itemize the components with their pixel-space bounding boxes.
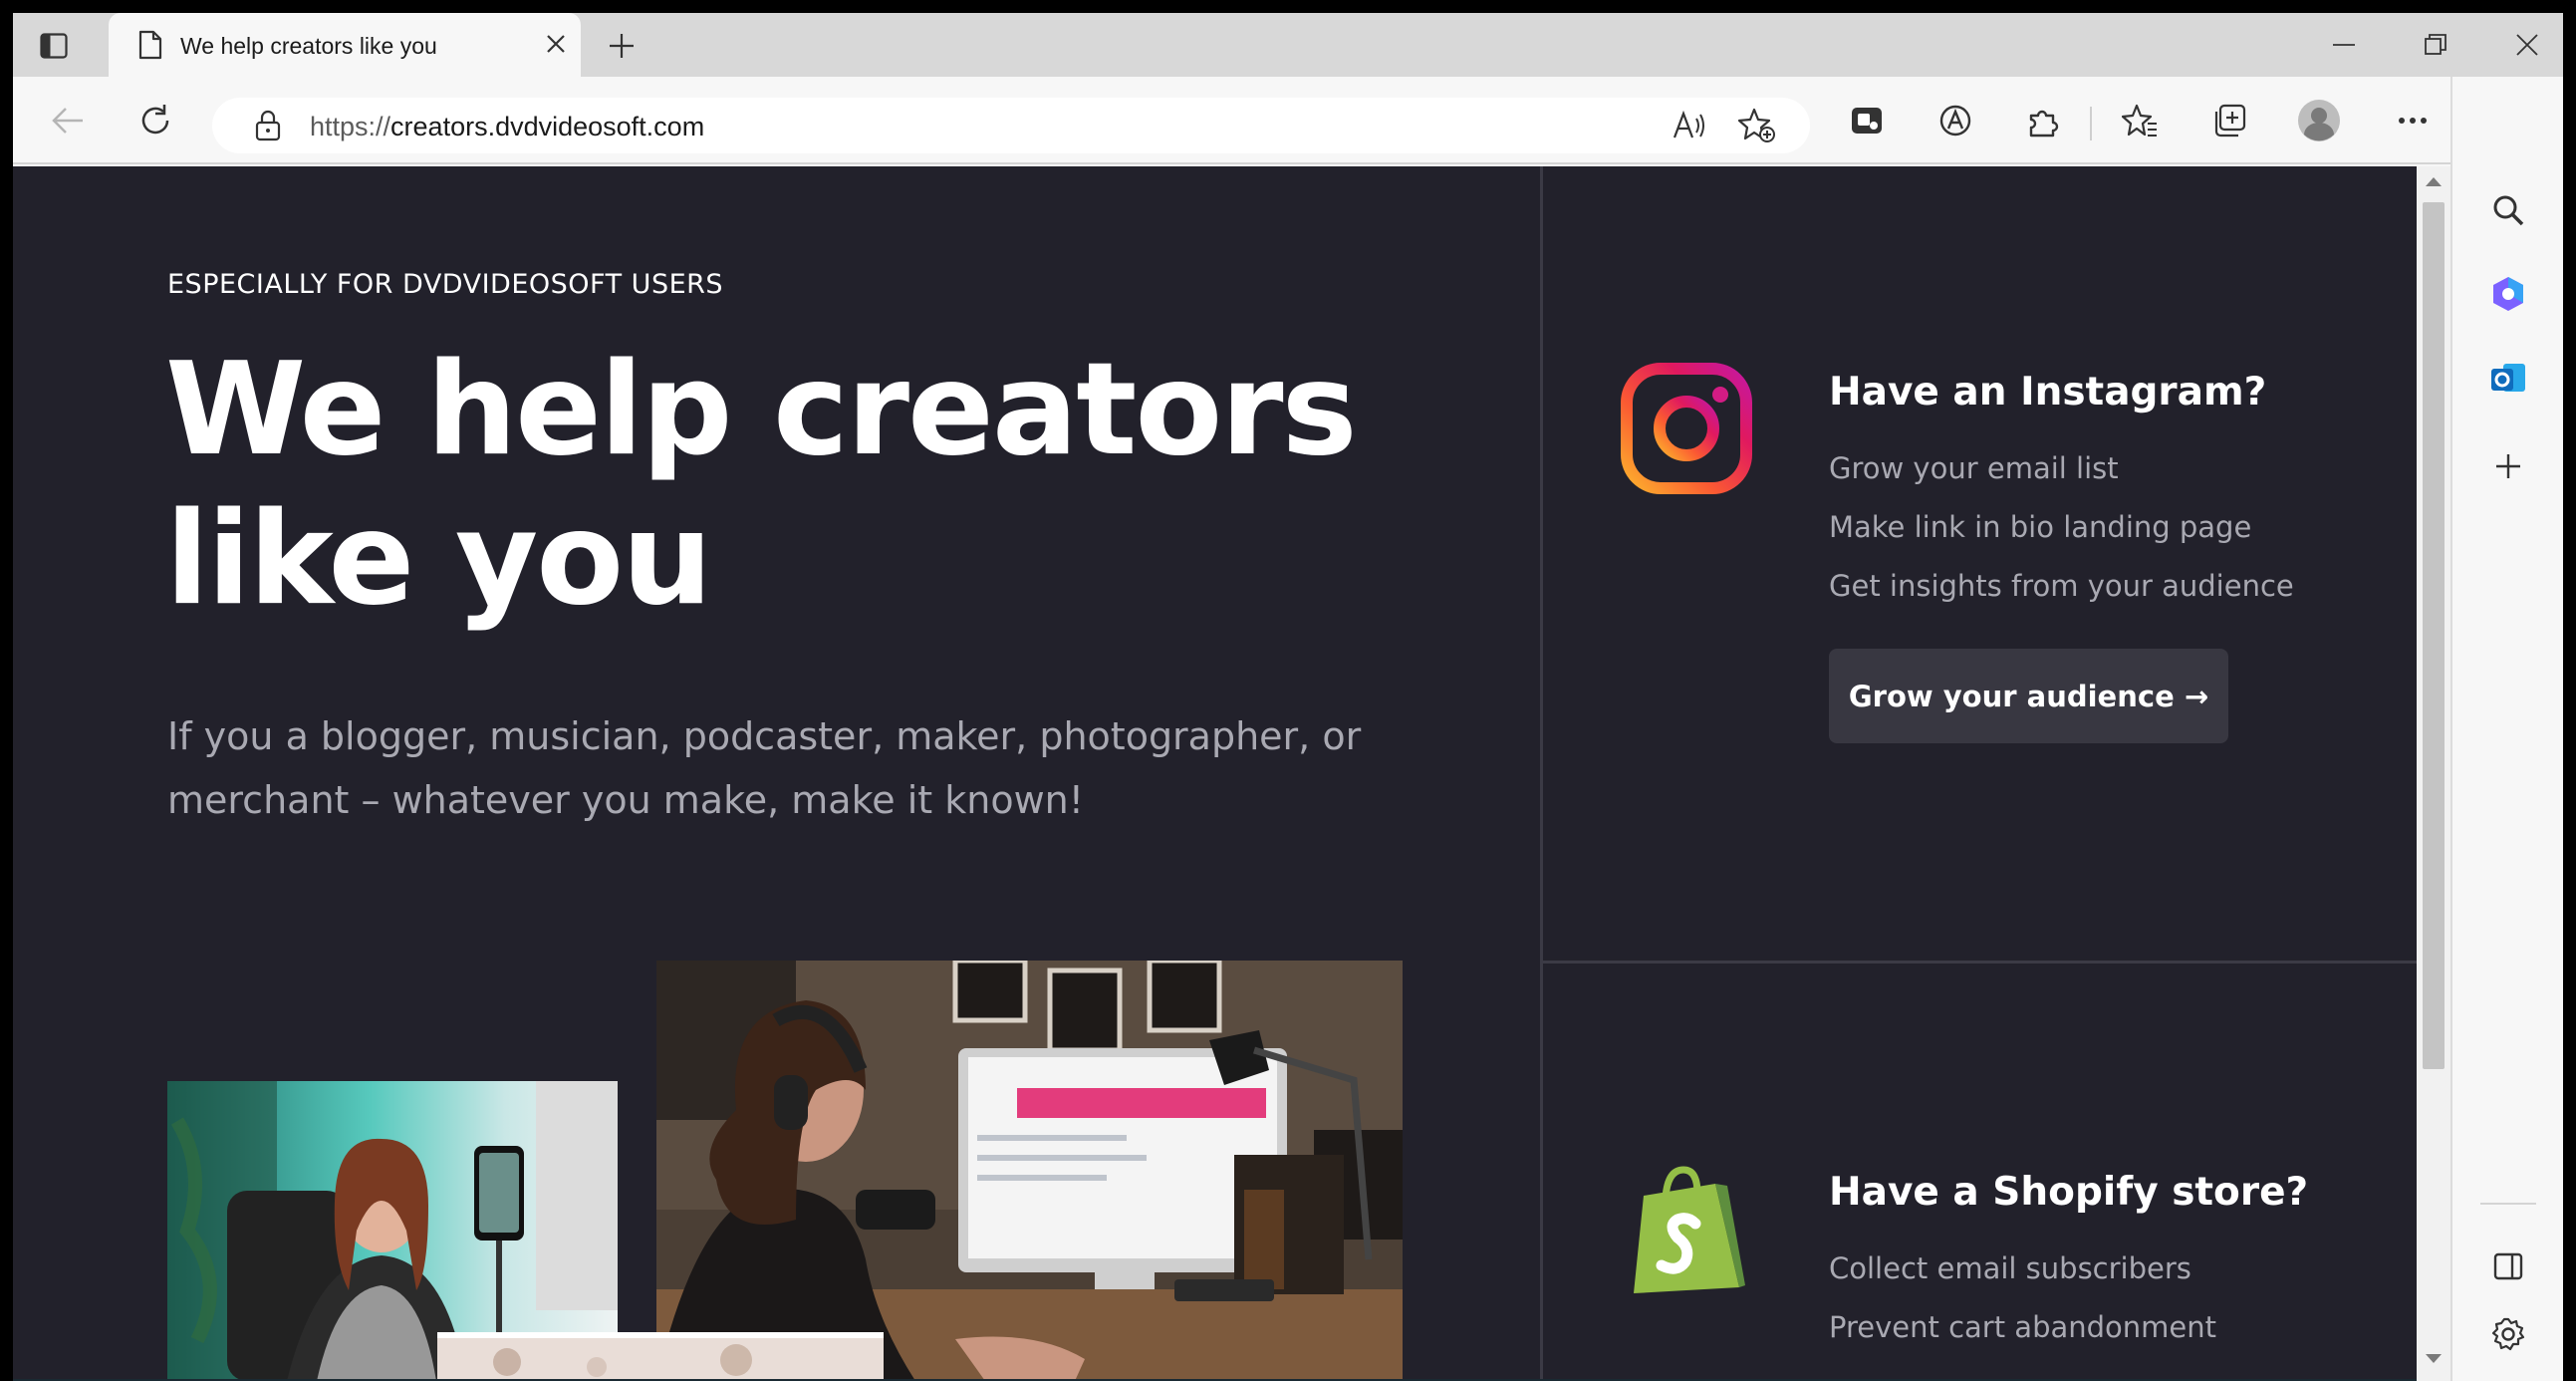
hero-line-2: like you <box>165 485 712 634</box>
add-sidebar-app-icon[interactable] <box>2478 436 2538 496</box>
extension-translate-icon[interactable] <box>1931 96 1980 145</box>
shopify-feature-1: Collect email subscribers <box>1829 1251 2191 1285</box>
url-protocol: https:// <box>310 112 391 141</box>
tab-active[interactable]: We help creators like you <box>109 13 581 77</box>
hero-heading: We help creators like you <box>165 336 1411 635</box>
url-host: creators.dvdvideosoft.com <box>390 112 705 141</box>
shopify-card-title: Have a Shopify store? <box>1829 1170 2309 1215</box>
page-scrollbar[interactable] <box>2417 166 2450 1381</box>
page-viewport: ESPECIALLY FOR DVDVIDEOSOFT USERS We hel… <box>13 166 2417 1381</box>
instagram-card-title: Have an Instagram? <box>1829 370 2267 414</box>
outlook-icon[interactable] <box>2478 349 2538 409</box>
close-icon[interactable] <box>545 33 567 60</box>
browser-window: We help creators like you https://creato… <box>13 13 2563 1381</box>
refresh-icon[interactable] <box>130 96 180 145</box>
extensions-puzzle-icon[interactable] <box>2019 96 2069 145</box>
podcaster-desk-photo <box>656 961 1403 1381</box>
instagram-feature-1: Grow your email list <box>1829 451 2119 485</box>
lock-icon[interactable] <box>254 110 282 146</box>
scroll-down-arrow-icon[interactable] <box>2425 1352 2443 1370</box>
extension-media-icon[interactable] <box>1842 96 1892 145</box>
hero-line-1: We help creators <box>165 336 1358 484</box>
more-options-icon[interactable] <box>2388 96 2438 145</box>
tab-actions-icon[interactable] <box>35 29 73 63</box>
address-bar[interactable]: https://creators.dvdvideosoft.com <box>212 98 1810 153</box>
search-icon[interactable] <box>2478 180 2538 240</box>
browser-toolbar: https://creators.dvdvideosoft.com <box>13 77 2563 164</box>
url-text[interactable]: https://creators.dvdvideosoft.com <box>310 112 704 142</box>
minimize-icon[interactable] <box>2314 27 2374 63</box>
horizontal-divider <box>1540 961 2417 964</box>
grow-audience-button[interactable]: Grow your audience → <box>1829 649 2228 743</box>
collections-icon[interactable] <box>2204 96 2254 145</box>
scrollbar-thumb[interactable] <box>2423 202 2445 1069</box>
hero-subtitle: If you a blogger, musician, podcaster, m… <box>167 714 1362 822</box>
page-icon <box>138 30 162 65</box>
shopify-feature-2: Prevent cart abandonment <box>1829 1310 2217 1344</box>
tab-strip: We help creators like you <box>13 13 2563 77</box>
sidebar-divider <box>2480 1203 2536 1205</box>
lower-photo <box>437 1332 884 1381</box>
tab-title: We help creators like you <box>180 33 437 59</box>
back-icon[interactable] <box>43 96 93 145</box>
copilot-apps-icon[interactable] <box>2478 264 2538 324</box>
scroll-up-arrow-icon[interactable] <box>2425 174 2443 192</box>
read-aloud-icon[interactable] <box>1665 101 1714 150</box>
hide-sidebar-icon[interactable] <box>2478 1237 2538 1296</box>
new-tab-button[interactable] <box>603 29 641 63</box>
window-close-icon[interactable] <box>2497 27 2557 63</box>
add-favorite-icon[interactable] <box>1732 101 1782 150</box>
instagram-logo-icon <box>1621 363 1752 498</box>
edge-sidebar <box>2450 77 2563 1381</box>
shopify-bag-icon <box>1628 1166 1747 1301</box>
settings-gear-icon[interactable] <box>2478 1304 2538 1364</box>
instagram-feature-2: Make link in bio landing page <box>1829 510 2252 544</box>
instagram-feature-3: Get insights from your audience <box>1829 569 2294 603</box>
vertical-divider <box>1540 166 1543 1381</box>
restore-icon[interactable] <box>2406 27 2465 63</box>
eyebrow-text: ESPECIALLY FOR DVDVIDEOSOFT USERS <box>167 269 724 300</box>
toolbar-divider <box>2090 107 2092 140</box>
favorites-icon[interactable] <box>2115 96 2165 145</box>
profile-avatar-icon[interactable] <box>2294 96 2344 145</box>
